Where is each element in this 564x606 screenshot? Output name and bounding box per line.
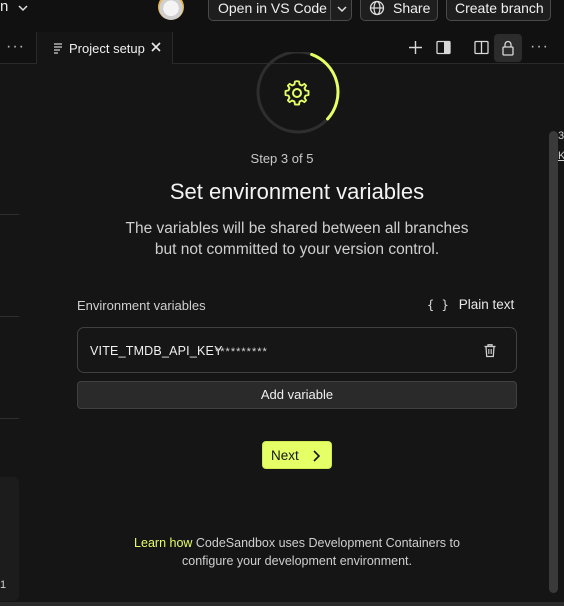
env-variable-key[interactable]: VITE_TMDB_API_KEY (90, 344, 223, 358)
next-button[interactable]: Next (262, 441, 332, 469)
chevron-right-icon (313, 450, 320, 462)
learn-how-link[interactable]: Learn how (134, 536, 192, 550)
chevron-down-icon[interactable] (17, 2, 29, 14)
button-divider (330, 0, 331, 20)
env-section-label: Environment variables (77, 298, 206, 313)
braces-icon: { } (427, 297, 449, 312)
step-indicator: Step 3 of 5 (250, 151, 314, 166)
create-branch-label: Create branch (455, 0, 544, 16)
avatar[interactable] (158, 0, 184, 20)
plain-text-label: Plain text (458, 297, 515, 312)
globe-icon (369, 0, 385, 16)
panel-right-icon[interactable] (436, 40, 451, 55)
trash-icon[interactable] (483, 343, 497, 358)
page-description: The variables will be shared between all… (0, 218, 564, 260)
top-bar: n Open in VS Code Share Create branch (0, 0, 564, 32)
open-in-vscode-label: Open in VS Code (218, 0, 327, 16)
sidebar-divider (0, 214, 19, 215)
more-options-icon[interactable]: ··· (6, 38, 25, 56)
description-line: The variables will be shared between all… (125, 220, 469, 237)
lock-button[interactable] (494, 34, 522, 62)
footer-text: CodeSandbox uses Development Containers … (192, 536, 460, 550)
share-label: Share (393, 0, 431, 16)
horizontal-scrollbar[interactable] (0, 602, 564, 606)
document-icon (54, 43, 62, 54)
close-icon[interactable] (149, 40, 163, 54)
open-in-vscode-button[interactable]: Open in VS Code (208, 0, 352, 21)
sidebar-divider (0, 418, 19, 419)
gear-icon (284, 80, 310, 106)
split-view-icon[interactable] (474, 40, 489, 55)
env-variable-row: VITE_TMDB_API_KEY ********** (77, 327, 517, 373)
create-branch-button[interactable]: Create branch (446, 0, 551, 21)
next-label: Next (271, 447, 299, 463)
tab-title: Project setup (69, 40, 145, 56)
footer-note: Learn how CodeSandbox uses Development C… (0, 534, 564, 570)
workspace-name-fragment[interactable]: n (0, 0, 8, 15)
gutter-text: 3 (558, 130, 564, 142)
footer-text: configure your development environment. (182, 554, 412, 568)
add-variable-button[interactable]: Add variable (77, 381, 517, 409)
chevron-down-icon[interactable] (336, 3, 348, 15)
sidebar-divider (0, 316, 19, 317)
plain-text-toggle[interactable]: { } Plain text (427, 297, 514, 312)
share-button[interactable]: Share (360, 0, 438, 21)
progress-arc (310, 52, 340, 121)
env-variable-value[interactable]: ********** (215, 346, 268, 358)
lock-icon (502, 40, 514, 56)
plus-icon[interactable] (408, 40, 423, 55)
page-title: Set environment variables (169, 179, 425, 204)
description-line: but not committed to your version contro… (154, 241, 440, 258)
more-options-icon[interactable]: ··· (530, 38, 549, 56)
sidebar-number: 1 (0, 579, 7, 591)
tab-project-setup[interactable]: Project setup (36, 32, 173, 64)
